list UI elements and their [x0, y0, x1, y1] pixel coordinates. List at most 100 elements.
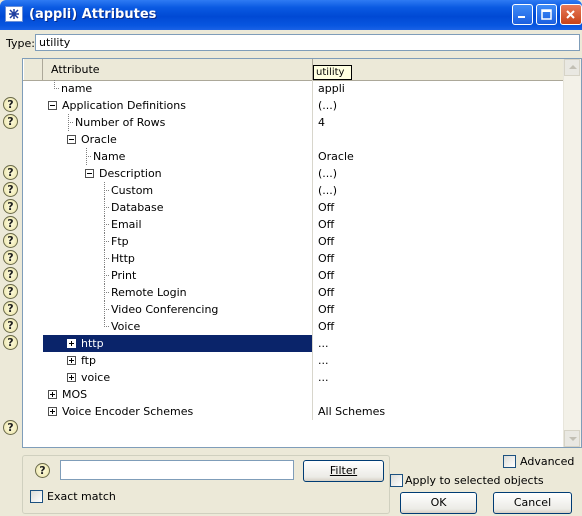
- attribute-label: Ftp: [111, 235, 129, 248]
- table-row[interactable]: Number of Rows 4: [23, 114, 566, 131]
- ok-button[interactable]: OK: [400, 492, 477, 514]
- expand-icon[interactable]: [48, 407, 57, 416]
- attribute-label: Description: [99, 167, 162, 180]
- expand-icon[interactable]: [48, 390, 57, 399]
- attribute-value[interactable]: (...): [313, 97, 566, 114]
- grid-header: Attribute Value: [23, 59, 566, 81]
- attribute-label: Name: [93, 150, 126, 163]
- attribute-label: Voice Encoder Schemes: [62, 405, 194, 418]
- table-row[interactable]: Description (...): [23, 165, 566, 182]
- table-row[interactable]: Voice Encoder Schemes All Schemes: [23, 403, 566, 420]
- attribute-value[interactable]: (...): [313, 165, 566, 182]
- table-row[interactable]: Print Off: [23, 267, 566, 284]
- filter-button-label: Filter: [329, 464, 358, 477]
- help-icon[interactable]: ?: [3, 199, 18, 214]
- advanced-checkbox[interactable]: [503, 455, 516, 468]
- attribute-label: Http: [111, 252, 135, 265]
- table-row[interactable]: Remote Login Off: [23, 284, 566, 301]
- tooltip: utility: [313, 65, 352, 80]
- help-icon[interactable]: ?: [3, 216, 18, 231]
- attribute-label: Print: [111, 269, 137, 282]
- table-row[interactable]: Http Off: [23, 250, 566, 267]
- attribute-value[interactable]: Off: [313, 267, 566, 284]
- scroll-up-icon[interactable]: [564, 59, 580, 76]
- maximize-button[interactable]: [536, 4, 557, 25]
- help-icon[interactable]: ?: [3, 114, 18, 129]
- attribute-value[interactable]: Off: [313, 216, 566, 233]
- attribute-value[interactable]: Off: [313, 318, 566, 335]
- help-icon[interactable]: ?: [3, 182, 18, 197]
- attribute-value[interactable]: ...: [313, 335, 566, 352]
- attributes-grid[interactable]: Attribute Value name appli Application D…: [22, 58, 582, 448]
- attribute-value[interactable]: Oracle: [313, 148, 566, 165]
- apply-selected-checkbox[interactable]: [390, 474, 403, 487]
- attribute-value[interactable]: Off: [313, 199, 566, 216]
- attribute-value[interactable]: (...): [313, 182, 566, 199]
- expand-icon[interactable]: [67, 339, 76, 348]
- attribute-label: Oracle: [81, 133, 117, 146]
- title-bar[interactable]: (appli) Attributes: [0, 0, 582, 30]
- table-row[interactable]: Email Off: [23, 216, 566, 233]
- close-button[interactable]: [560, 4, 582, 25]
- table-row[interactable]: voice ...: [23, 369, 566, 386]
- attribute-value[interactable]: Off: [313, 284, 566, 301]
- attribute-label: ftp: [81, 354, 96, 367]
- table-row[interactable]: Ftp Off: [23, 233, 566, 250]
- table-row-selected[interactable]: http ...: [23, 335, 566, 352]
- attribute-label: Video Conferencing: [111, 303, 219, 316]
- attribute-value[interactable]: [313, 386, 566, 403]
- help-icon[interactable]: ?: [3, 335, 18, 350]
- help-icon[interactable]: ?: [3, 97, 18, 112]
- attribute-value[interactable]: Off: [313, 233, 566, 250]
- table-row[interactable]: Database Off: [23, 199, 566, 216]
- column-header-attribute[interactable]: Attribute: [43, 59, 313, 80]
- filter-button[interactable]: Filter: [303, 460, 384, 482]
- attribute-label: Database: [111, 201, 164, 214]
- table-row[interactable]: MOS: [23, 386, 566, 403]
- attribute-value[interactable]: 4: [313, 114, 566, 131]
- table-row[interactable]: Application Definitions (...): [23, 97, 566, 114]
- table-row[interactable]: name appli: [23, 80, 566, 97]
- collapse-icon[interactable]: [48, 101, 57, 110]
- help-icon[interactable]: ?: [3, 250, 18, 265]
- table-row[interactable]: Oracle: [23, 131, 566, 148]
- help-icon[interactable]: ?: [3, 165, 18, 180]
- type-field[interactable]: utility: [35, 34, 580, 51]
- attribute-value[interactable]: appli: [313, 80, 566, 97]
- help-icon[interactable]: ?: [3, 318, 18, 333]
- help-icon[interactable]: ?: [3, 420, 18, 435]
- header-blank: [23, 59, 43, 80]
- attribute-label: name: [61, 82, 93, 95]
- scroll-down-icon[interactable]: [564, 430, 580, 447]
- expand-icon[interactable]: [67, 356, 76, 365]
- attribute-value[interactable]: Off: [313, 250, 566, 267]
- network-icon: [5, 6, 23, 22]
- table-row[interactable]: Voice Off: [23, 318, 566, 335]
- attribute-value[interactable]: Off: [313, 301, 566, 318]
- help-icon[interactable]: ?: [3, 267, 18, 282]
- table-row[interactable]: ftp ...: [23, 352, 566, 369]
- help-icon[interactable]: ?: [3, 301, 18, 316]
- table-row[interactable]: Name Oracle: [23, 148, 566, 165]
- attribute-label: Remote Login: [111, 286, 187, 299]
- help-icon[interactable]: ?: [35, 463, 50, 478]
- cancel-button[interactable]: Cancel: [493, 492, 572, 514]
- window-title: (appli) Attributes: [29, 7, 157, 22]
- advanced-label: Advanced: [520, 455, 575, 468]
- expand-icon[interactable]: [67, 373, 76, 382]
- table-row[interactable]: Custom (...): [23, 182, 566, 199]
- collapse-icon[interactable]: [67, 135, 76, 144]
- attribute-value[interactable]: All Schemes: [313, 403, 566, 420]
- attribute-value[interactable]: ...: [313, 352, 566, 369]
- attribute-label: Number of Rows: [75, 116, 166, 129]
- attribute-value[interactable]: [313, 131, 566, 148]
- help-icon[interactable]: ?: [3, 233, 18, 248]
- filter-input[interactable]: [60, 460, 294, 480]
- table-row[interactable]: Video Conferencing Off: [23, 301, 566, 318]
- attribute-value[interactable]: ...: [313, 369, 566, 386]
- minimize-button[interactable]: [512, 4, 533, 25]
- help-icon[interactable]: ?: [3, 284, 18, 299]
- collapse-icon[interactable]: [85, 169, 94, 178]
- vertical-scrollbar[interactable]: [563, 59, 581, 447]
- exact-match-checkbox[interactable]: [30, 490, 43, 503]
